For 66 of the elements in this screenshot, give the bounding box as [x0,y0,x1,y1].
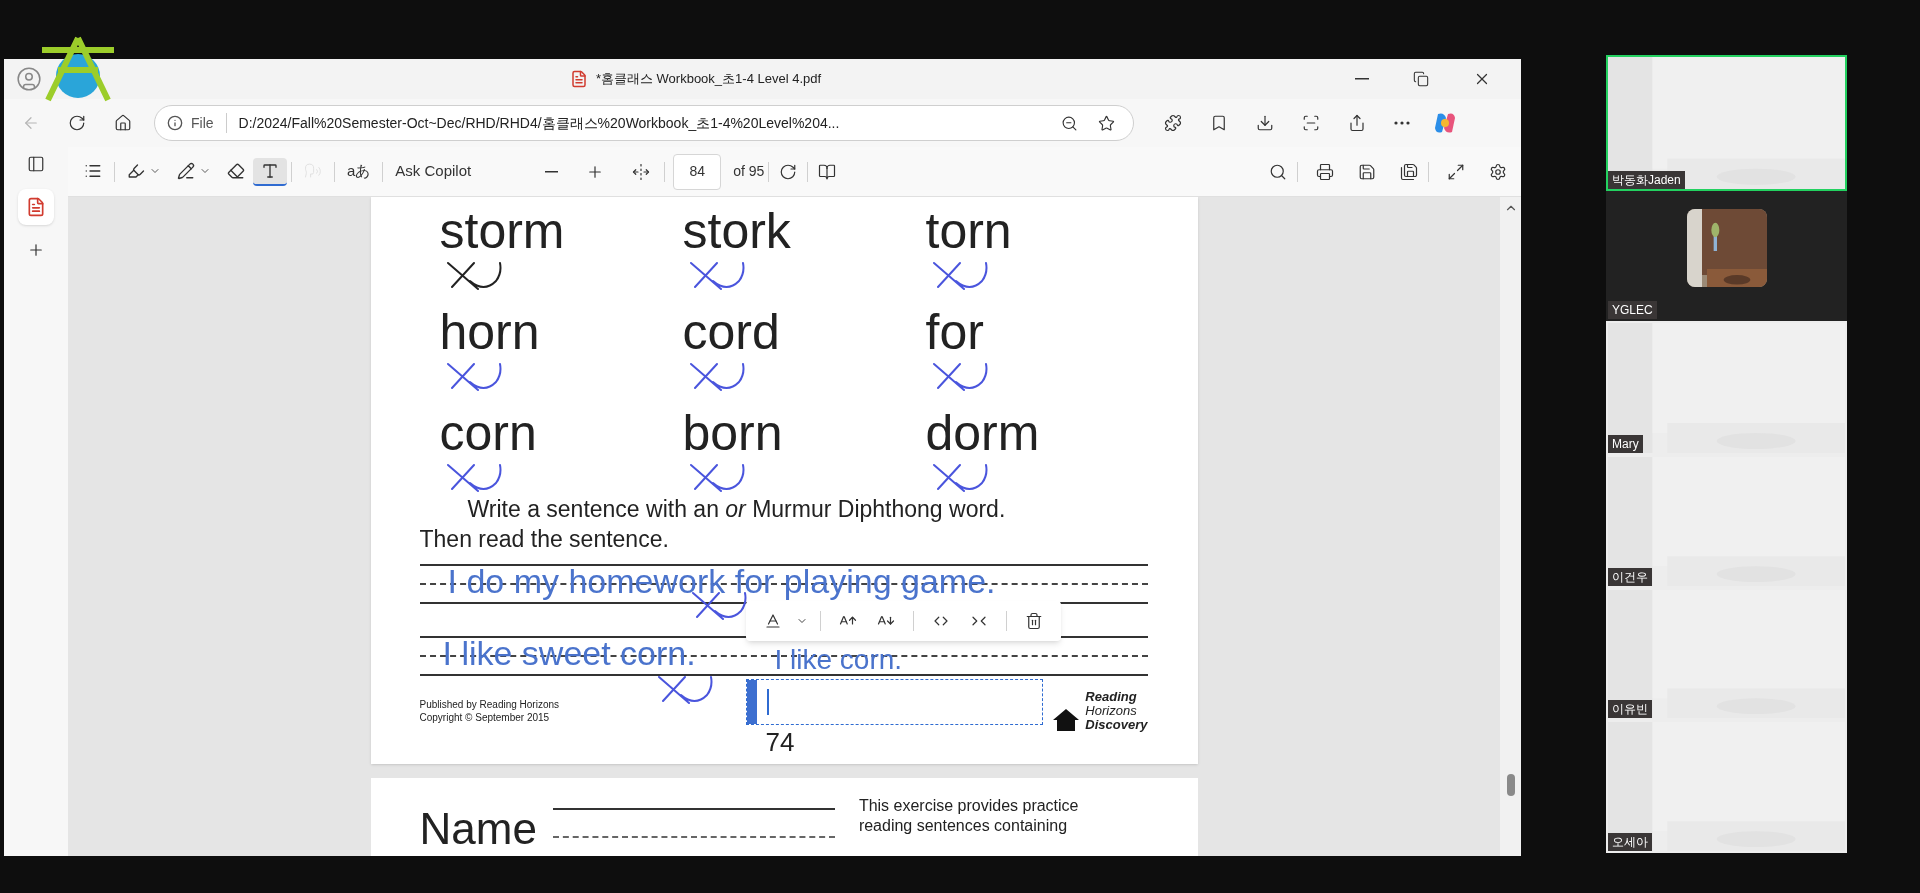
downloads-icon [1256,114,1274,132]
word: for [925,304,985,360]
text-box[interactable] [745,679,1043,725]
participant-name: 이유빈 [1608,700,1652,718]
page-view-icon [818,162,837,181]
more-icon [1394,121,1410,125]
minimize-icon [1355,78,1369,80]
word: storm [439,203,566,259]
zoom-out-icon [1061,114,1078,132]
pdf-tab[interactable] [18,189,54,225]
search-icon [1269,162,1287,181]
word: stork [682,203,792,259]
footer-text: Published by Reading Horizons [419,698,560,711]
pdf-file-icon [569,70,588,88]
sidebar-toggle-icon [27,155,45,173]
settings-icon [1489,162,1507,181]
address-bar[interactable]: File D:/2024/Fall%20Semester-Oct~Dec/RHD/RHD4/홈클래스%20Workbook_초1-4%20Level%204... [154,105,1134,141]
url-text: D:/2024/Fall%20Semester-Oct~Dec/RHD/RHD4/홈클래스%20Workbook_초1-4%20Level%204... [238,113,841,133]
restore-icon [1413,71,1429,87]
window-title: *홈클래스 Workbook_초1-4 Level 4.pdf [595,70,822,89]
fullscreen-icon [1447,162,1465,181]
participant-name: 이건우 [1608,568,1652,586]
info-icon [167,115,183,131]
translate-button[interactable]: aあ [339,160,379,183]
refresh-icon [68,114,86,132]
page-number-field[interactable]: 84 [673,153,722,190]
description-text: This exercise provides practice [858,796,1079,816]
footer-text: Copyright © September 2015 [419,711,551,724]
extensions-icon [1164,114,1182,132]
rotate-icon [779,162,798,181]
participant-name: YGLEC [1608,301,1657,319]
home-icon [114,114,132,132]
word: cord [682,304,781,360]
pdf-file-icon [26,197,46,217]
participant-name: 박동화Jaden [1608,171,1685,189]
profile-icon[interactable] [16,66,42,92]
page-count: of 95 [733,162,765,181]
scheme-label: File [191,113,214,133]
word: born [682,405,784,461]
back-icon [22,114,40,132]
participant-name: 오세아 [1608,833,1652,851]
new-tab-icon [27,241,45,259]
instruction-text: Then read the sentence. [419,525,670,554]
scrollbar-thumb[interactable] [1506,774,1515,796]
screenshot-icon [1302,114,1320,132]
favorite-icon [1098,114,1115,132]
word: corn [439,405,538,461]
publisher-logo: Reading Horizons Discovery [1051,690,1148,732]
save-icon [1358,162,1376,181]
print-icon [1316,162,1334,181]
fit-width-icon [632,162,651,181]
page-number: 74 [765,726,795,758]
delete-icon [1024,612,1043,630]
description-text: reading sentences containing [858,816,1069,836]
word: horn [439,304,541,360]
word: torn [925,203,1013,259]
name-label: Name [419,804,537,855]
instruction-text: Write a sentence with an or Murmur Diphthong word. [467,495,1007,524]
word: dorm [925,405,1041,461]
save-as-icon [1400,162,1418,181]
ask-copilot-button[interactable]: Ask Copilot [387,160,480,183]
favorites-icon [1210,114,1228,132]
zoom-out-icon [545,170,559,173]
participant-name: Mary [1608,435,1643,453]
share-icon [1348,114,1366,132]
add-text-button[interactable] [253,157,287,186]
